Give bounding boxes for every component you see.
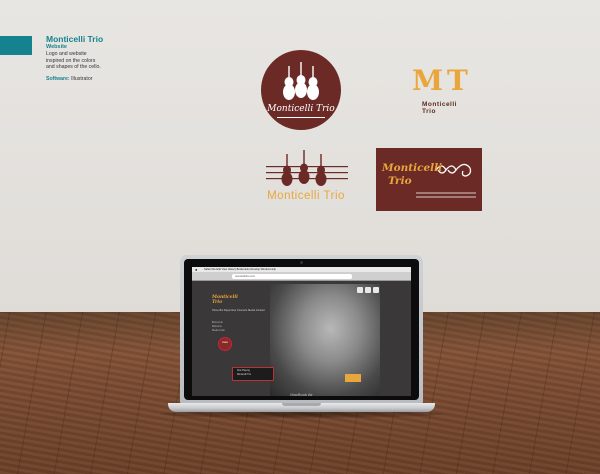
site-logo[interactable]: Monticelli Trio: [212, 295, 238, 309]
camera-icon: [300, 261, 303, 264]
menubar-items: Safari File Edit View History Bookmarks …: [204, 268, 276, 271]
project-caption: Monticelli Trio Website Logo and website…: [46, 34, 126, 83]
circle-logo-text: Monticelli Trio: [267, 104, 335, 114]
logo-circle: Monticelli Trio: [261, 50, 341, 130]
listen-button[interactable]: Listen: [218, 337, 232, 351]
address-text: monticellitrio.com: [235, 275, 256, 278]
listen-label: Listen: [221, 342, 229, 344]
address-bar[interactable]: monticellitrio.com: [232, 274, 352, 279]
social-icon[interactable]: [357, 287, 363, 293]
social-icon[interactable]: [373, 287, 379, 293]
teal-accent-tab: [0, 36, 32, 55]
side-link[interactable]: Benvenuti: [212, 321, 223, 324]
social-icon[interactable]: [365, 287, 371, 293]
laptop-brand: MacBook Air: [290, 392, 313, 397]
software-label: Software:: [46, 75, 70, 82]
caption-title: Monticelli Trio: [46, 34, 104, 44]
logo-mt: MT Monticelli Trio: [410, 64, 472, 116]
laptop-notch: [282, 403, 321, 406]
circle-logo-underline: [277, 117, 325, 118]
side-link[interactable]: Media Links: [212, 329, 225, 332]
caption-software: Software: Illustrator: [46, 76, 126, 83]
player-line: Now Playing: [237, 370, 250, 372]
rect-logo-line1: Monticelli: [382, 162, 443, 174]
caption-desc-line: and shapes of the cello.: [46, 64, 101, 70]
mt-monogram: MT: [412, 64, 472, 97]
laptop-lid: ● Safari File Edit View History Bookmark…: [180, 255, 423, 403]
side-link[interactable]: Welcome: [212, 325, 222, 328]
strings-logo-text: Monticelli Trio: [267, 190, 345, 202]
site-badge[interactable]: [345, 374, 361, 382]
software-value: Illustrator: [71, 75, 93, 82]
audio-player[interactable]: Now Playing Monticelli Trio: [232, 367, 274, 381]
cello-staff-icon: [266, 150, 348, 186]
laptop-base: MacBook Air: [168, 392, 435, 412]
browser-toolbar: monticellitrio.com: [192, 272, 411, 281]
mt-subtitle: Monticelli Trio: [422, 101, 457, 115]
trio-photo: [270, 284, 380, 396]
caption-subtitle: Website: [46, 44, 67, 50]
laptop-bezel: ● Safari File Edit View History Bookmark…: [184, 259, 419, 400]
website-page: Monticelli Trio Home Bio Repertoire Conc…: [192, 281, 411, 396]
logo-strings: Monticelli Trio: [262, 148, 352, 210]
cello-trio-icon: [283, 62, 319, 100]
site-logo-text: Monticelli Trio: [212, 295, 238, 305]
player-line: Monticelli Trio: [237, 374, 252, 376]
rect-logo-line2: Trio: [388, 175, 412, 187]
laptop-screen: ● Safari File Edit View History Bookmark…: [192, 267, 411, 396]
logo-rect: Monticelli Trio: [376, 148, 482, 211]
site-nav[interactable]: Home Bio Repertoire Concerts Media Conta…: [212, 309, 265, 312]
